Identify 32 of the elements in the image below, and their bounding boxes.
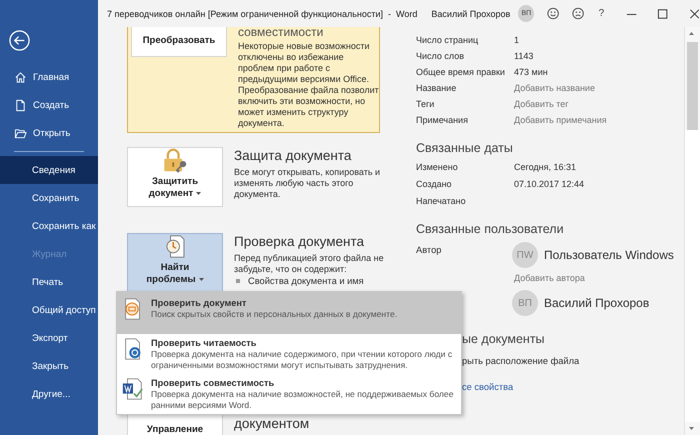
property-value: 1 <box>514 35 520 45</box>
property-label: Число страниц <box>416 35 480 45</box>
property-label: Название <box>416 83 458 93</box>
user-avatar: ВП <box>512 290 538 316</box>
property-label: Общее время правки <box>416 67 506 77</box>
property-label: Изменено <box>416 162 459 172</box>
person-name: Василий Прохоров <box>544 296 650 310</box>
section-description: Некоторые новые возможности отключены во избежание проблем при работе с предыдущими версиями Office. Преобразование файла позволит включить эти возможности, но может изменить структуру документа. <box>238 41 380 129</box>
section-heading: документом <box>234 415 310 433</box>
section-heading: Связанные пользователи <box>416 221 565 238</box>
section-description: Перед публикацией этого файла не забудьте, что он содержит: <box>234 253 385 275</box>
property-label: Создано <box>416 178 453 188</box>
section-heading: Связанные даты <box>416 140 514 157</box>
section-description: Все могут открывать, копировать и изменять любую часть этого документа. <box>234 167 382 200</box>
property-label: Напечатано <box>416 196 467 206</box>
user-avatar: ПW <box>512 242 538 268</box>
property-label: Автор <box>416 245 442 255</box>
section-heading: Проверка документа <box>234 233 366 251</box>
user-name: Василий Прохоров <box>431 8 510 18</box>
section-heading: совместимости <box>238 27 324 39</box>
property-value: 07.10.2017 12:44 <box>514 178 586 188</box>
property-value: 473 мин <box>514 67 549 77</box>
window-title: 7 переводчиков онлайн [Режим ограниченной функциональности] - Word <box>107 8 418 18</box>
section-heading: ые документы <box>462 331 546 348</box>
property-value: 1143 <box>514 51 534 61</box>
bullet-text: Свойства документа и имя <box>248 275 364 287</box>
property-label: Теги <box>416 99 436 109</box>
property-label: Число слов <box>416 51 466 61</box>
section-heading: Защита документа <box>234 147 352 165</box>
property-value: Сегодня, 16:31 <box>514 162 578 172</box>
property-label: Примечания <box>416 115 469 125</box>
person-name: Пользователь Windows <box>544 248 674 262</box>
